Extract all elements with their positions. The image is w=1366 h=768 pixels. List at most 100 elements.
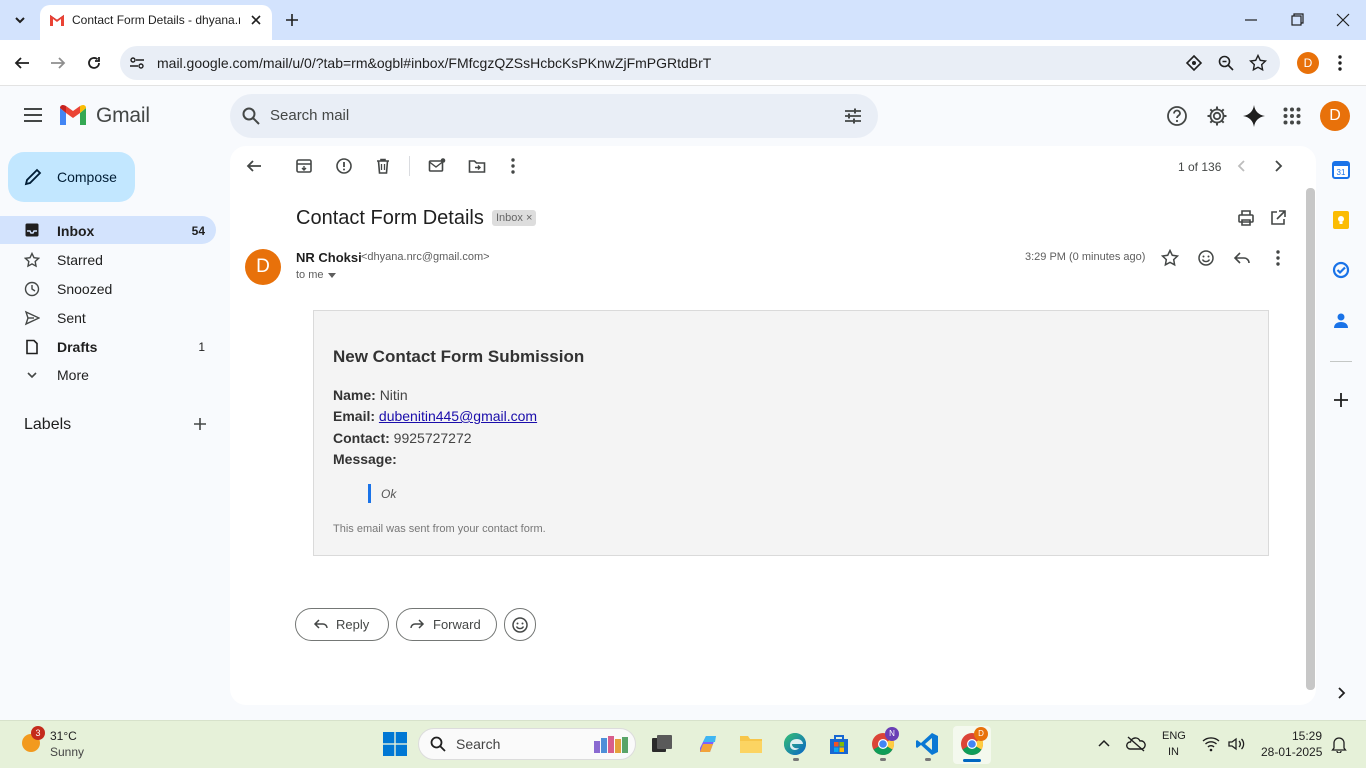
chrome-active-profile-badge: D — [974, 727, 988, 741]
new-tab-icon[interactable] — [284, 12, 300, 28]
delete-trash-icon[interactable] — [374, 157, 392, 175]
tray-chevron-up-icon[interactable] — [1097, 737, 1111, 751]
expand-panel-chevron-icon[interactable] — [1335, 686, 1347, 700]
email-subject: Contact Form Details — [296, 207, 484, 229]
inbox-label-chip[interactable]: Inbox × — [492, 210, 537, 226]
sidebar-label-starred: Starred — [57, 252, 103, 268]
reload-icon[interactable] — [85, 54, 103, 72]
account-avatar[interactable]: D — [1320, 101, 1350, 131]
mark-unread-icon[interactable] — [428, 157, 446, 175]
message-scrollbar[interactable] — [1306, 188, 1315, 690]
search-icon[interactable] — [241, 106, 261, 126]
side-panel-divider — [1330, 361, 1352, 362]
minimize-icon[interactable] — [1243, 12, 1259, 28]
chevron-down-icon — [15, 17, 25, 24]
name-label: Name: — [333, 387, 376, 403]
sender-email: <dhyana.nrc@gmail.com> — [361, 251, 490, 263]
file-explorer-icon[interactable] — [739, 733, 763, 755]
search-highlight-books-icon — [590, 733, 634, 755]
contact-value: 9925727272 — [393, 430, 472, 446]
zoom-icon[interactable] — [1217, 54, 1235, 72]
task-view-icon[interactable] — [651, 734, 673, 754]
language-top[interactable]: ENG — [1162, 730, 1186, 742]
microsoft-store-icon[interactable] — [827, 732, 851, 756]
inbox-chip-label: Inbox — [496, 212, 523, 224]
newer-chevron-left-icon[interactable] — [1234, 157, 1250, 175]
recipient-line[interactable]: to me — [296, 269, 324, 281]
wifi-icon[interactable] — [1202, 736, 1220, 752]
clock-time[interactable]: 15:29 — [1292, 729, 1322, 743]
weather-badge: 3 — [31, 726, 45, 740]
volume-icon[interactable] — [1227, 736, 1245, 752]
sender-name[interactable]: NR Choksi — [296, 250, 362, 265]
back-arrow-icon[interactable] — [13, 54, 31, 72]
back-to-inbox-icon[interactable] — [245, 157, 263, 175]
contacts-icon[interactable] — [1333, 311, 1349, 329]
print-icon[interactable] — [1237, 209, 1255, 227]
site-info-icon[interactable] — [128, 54, 146, 72]
language-bottom: IN — [1168, 746, 1179, 758]
window-close-icon[interactable] — [1335, 12, 1351, 28]
email-link[interactable]: dubenitin445@gmail.com — [379, 408, 537, 424]
chevron-down-icon — [24, 367, 40, 383]
keep-notes-icon[interactable] — [1333, 211, 1349, 229]
main-menu-icon[interactable] — [23, 107, 43, 123]
gmail-wordmark: Gmail — [96, 104, 150, 127]
windows-start-icon[interactable] — [383, 732, 407, 756]
tab-search-button[interactable] — [9, 9, 31, 31]
inbox-unread-count: 54 — [191, 224, 205, 238]
search-input[interactable]: Search mail — [270, 107, 349, 124]
tab-close-icon[interactable] — [249, 13, 263, 27]
weather-condition: Sunny — [50, 745, 85, 759]
star-message-icon[interactable] — [1161, 249, 1179, 267]
body-title: New Contact Form Submission — [333, 347, 585, 366]
report-spam-icon[interactable] — [335, 157, 353, 175]
email-timestamp: 3:29 PM (0 minutes ago) — [1025, 251, 1146, 263]
toolbar-divider — [409, 156, 410, 176]
url-text[interactable]: mail.google.com/mail/u/0/?tab=rm&ogbl#in… — [157, 55, 711, 71]
message-more-icon[interactable] — [1275, 249, 1281, 267]
field-name: Name: Nitin — [333, 387, 408, 403]
help-icon[interactable] — [1166, 105, 1188, 127]
onedrive-offline-icon[interactable] — [1126, 735, 1146, 753]
notification-bell-icon[interactable] — [1331, 736, 1347, 753]
more-options-icon[interactable] — [510, 157, 516, 175]
apps-grid-icon[interactable] — [1283, 107, 1301, 125]
restore-icon[interactable] — [1289, 12, 1305, 28]
recipient-text: to me — [296, 269, 324, 281]
body-footer-note: This email was sent from your contact fo… — [333, 523, 546, 535]
gmail-logo-icon[interactable] — [58, 104, 88, 127]
settings-gear-icon[interactable] — [1206, 105, 1228, 127]
older-chevron-right-icon[interactable] — [1270, 157, 1286, 175]
add-label-icon[interactable] — [192, 416, 208, 432]
vscode-icon[interactable] — [915, 732, 939, 756]
edge-browser-icon[interactable] — [783, 732, 807, 756]
move-to-folder-icon[interactable] — [468, 157, 486, 175]
tasks-icon[interactable] — [1332, 261, 1350, 279]
archive-icon[interactable] — [295, 157, 313, 175]
get-addons-plus-icon[interactable] — [1333, 392, 1349, 408]
reply-icon[interactable] — [1233, 249, 1251, 267]
forward-arrow-icon[interactable] — [49, 54, 67, 72]
lens-icon[interactable] — [1185, 54, 1203, 72]
field-message: Message: — [333, 451, 397, 467]
bookmark-star-icon[interactable] — [1249, 54, 1267, 72]
copilot-icon[interactable] — [697, 733, 719, 755]
sidebar-label-more: More — [57, 367, 89, 383]
details-caret-icon[interactable] — [327, 271, 337, 279]
browser-profile-avatar[interactable]: D — [1297, 52, 1319, 74]
browser-menu-icon[interactable] — [1337, 54, 1343, 72]
open-new-window-icon[interactable] — [1269, 209, 1287, 227]
sidebar-label-inbox: Inbox — [57, 223, 95, 239]
sidebar-label-drafts: Drafts — [57, 339, 98, 355]
inbox-icon — [24, 222, 40, 238]
calendar-icon[interactable]: 31 — [1332, 161, 1350, 179]
remove-label-icon[interactable]: × — [526, 212, 532, 224]
forward-label: Forward — [433, 617, 481, 632]
gemini-sparkle-icon[interactable] — [1242, 104, 1266, 128]
weather-temp: 31°C — [50, 729, 77, 743]
search-options-icon[interactable] — [843, 106, 863, 126]
add-reaction-emoji-icon[interactable] — [1197, 249, 1215, 267]
sender-avatar[interactable]: D — [245, 249, 281, 285]
gmail-favicon-icon — [49, 13, 65, 27]
